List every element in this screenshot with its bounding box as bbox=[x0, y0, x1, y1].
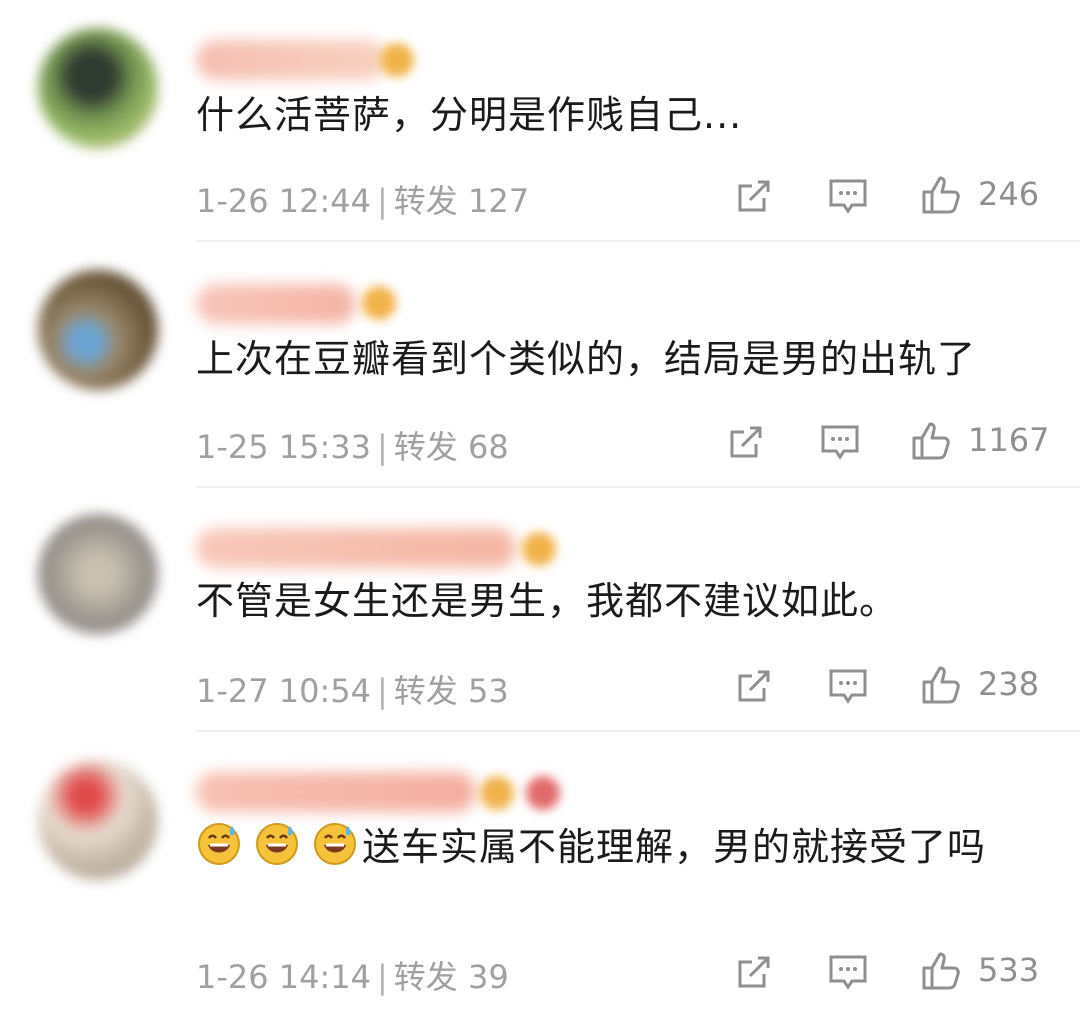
username[interactable] bbox=[196, 772, 476, 812]
share-icon bbox=[738, 180, 770, 212]
user-badge-icon bbox=[362, 286, 396, 320]
username[interactable] bbox=[196, 40, 386, 80]
share-icon bbox=[738, 956, 770, 988]
comment-text-body: 送车实属不能理解，男的就接受了吗 bbox=[362, 825, 987, 869]
share-icon bbox=[738, 670, 770, 702]
like-button[interactable]: 238 bbox=[920, 662, 1039, 706]
comment-time: 1-26 12:44 bbox=[196, 182, 372, 220]
comment-item: 什么活菩萨，分明是作贱自己... 1-26 12:44 | 转发 127 246 bbox=[0, 0, 1080, 242]
like-button[interactable]: 533 bbox=[920, 948, 1039, 992]
comment-button[interactable] bbox=[828, 668, 868, 706]
comment-icon bbox=[821, 425, 859, 460]
repost-button[interactable] bbox=[734, 176, 774, 216]
share-icon bbox=[730, 426, 762, 458]
comment-time: 1-26 14:14 bbox=[196, 958, 372, 996]
repost-count: 39 bbox=[467, 958, 509, 996]
comment-meta: 1-26 14:14 | 转发 39 bbox=[196, 952, 509, 998]
comment-icon bbox=[829, 179, 867, 214]
avatar[interactable] bbox=[38, 270, 158, 390]
comment-item: 送车实属不能理解，男的就接受了吗 1-26 14:14 | 转发 39 533 bbox=[0, 732, 1080, 1016]
meta-separator: | bbox=[377, 428, 388, 466]
comment-feed: 什么活菩萨，分明是作贱自己... 1-26 12:44 | 转发 127 246 上… bbox=[0, 0, 1080, 1016]
comment-button[interactable] bbox=[828, 178, 868, 216]
thumbs-up-icon bbox=[912, 422, 950, 460]
avatar[interactable] bbox=[38, 28, 158, 148]
comment-text: 送车实属不能理解，男的就接受了吗 bbox=[196, 818, 1036, 876]
comment-meta: 1-26 12:44 | 转发 127 bbox=[196, 176, 529, 222]
repost-count: 53 bbox=[467, 672, 509, 710]
comment-button[interactable] bbox=[828, 954, 868, 992]
username[interactable] bbox=[196, 528, 516, 568]
user-badge-icon bbox=[380, 43, 414, 77]
avatar[interactable] bbox=[38, 760, 158, 880]
sweat-smile-emoji-icon bbox=[198, 823, 240, 865]
comment-button[interactable] bbox=[820, 424, 860, 462]
thumbs-up-icon bbox=[922, 952, 960, 990]
user-badge-icon bbox=[522, 532, 556, 566]
user-badge-icon bbox=[480, 776, 514, 810]
comment-text: 什么活菩萨，分明是作贱自己... bbox=[196, 93, 743, 137]
username[interactable] bbox=[196, 284, 356, 324]
like-count: 1167 bbox=[968, 421, 1050, 459]
like-count: 238 bbox=[978, 665, 1040, 703]
comment-meta: 1-27 10:54 | 转发 53 bbox=[196, 666, 509, 712]
comment-icon bbox=[829, 669, 867, 704]
repost-button[interactable] bbox=[734, 666, 774, 706]
comment-item: 不管是女生还是男生，我都不建议如此。 1-27 10:54 | 转发 53 238 bbox=[0, 488, 1080, 732]
repost-label: 转发 bbox=[393, 672, 458, 710]
like-button[interactable]: 246 bbox=[920, 172, 1039, 216]
emoji-group bbox=[196, 823, 362, 869]
like-button[interactable]: 1167 bbox=[910, 418, 1049, 462]
comment-text: 不管是女生还是男生，我都不建议如此。 bbox=[196, 579, 899, 623]
repost-button[interactable] bbox=[734, 952, 774, 992]
like-count: 246 bbox=[978, 175, 1040, 213]
repost-count: 68 bbox=[467, 428, 509, 466]
repost-button[interactable] bbox=[726, 422, 766, 462]
repost-label: 转发 bbox=[393, 182, 458, 220]
comment-text: 上次在豆瓣看到个类似的，结局是男的出轨了 bbox=[196, 337, 977, 381]
user-badge-icon bbox=[526, 776, 560, 810]
repost-label: 转发 bbox=[393, 958, 458, 996]
avatar[interactable] bbox=[38, 514, 158, 634]
sweat-smile-emoji-icon bbox=[256, 823, 298, 865]
like-count: 533 bbox=[978, 951, 1040, 989]
meta-separator: | bbox=[377, 958, 388, 996]
thumbs-up-icon bbox=[922, 666, 960, 704]
comment-item: 上次在豆瓣看到个类似的，结局是男的出轨了 1-25 15:33 | 转发 68 11… bbox=[0, 242, 1080, 488]
meta-separator: | bbox=[377, 672, 388, 710]
comment-icon bbox=[829, 955, 867, 990]
comment-time: 1-27 10:54 bbox=[196, 672, 372, 710]
repost-label: 转发 bbox=[393, 428, 458, 466]
sweat-smile-emoji-icon bbox=[314, 823, 356, 865]
repost-count: 127 bbox=[467, 182, 530, 220]
comment-time: 1-25 15:33 bbox=[196, 428, 372, 466]
meta-separator: | bbox=[377, 182, 388, 220]
comment-meta: 1-25 15:33 | 转发 68 bbox=[196, 422, 509, 468]
thumbs-up-icon bbox=[922, 176, 960, 214]
